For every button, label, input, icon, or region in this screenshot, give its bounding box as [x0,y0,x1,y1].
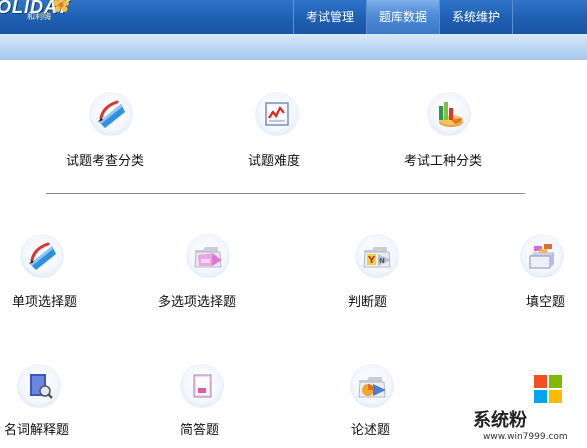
tile-label: 论述题 [351,423,391,438]
tile-icon-bg [350,364,394,408]
watermark-url: www.win7999.com [483,432,568,442]
tile-label: 试题难度 [248,154,301,169]
tile-question-difficulty[interactable]: 试题难度 [240,90,320,170]
blocks-icon [529,244,554,269]
chart-folder-icon [358,377,386,398]
document-search-icon [30,374,53,399]
pencil-ruler-icon [98,100,125,128]
logo-subtext: 和利嗨 [27,12,51,21]
tile-multiple-choice[interactable]: 多选项选择题 [155,232,255,312]
bar-pie-chart-icon [439,102,463,127]
nav-tab-system-maintenance[interactable]: 系统维护 [439,0,512,34]
flower-logo-icon [53,0,69,12]
svg-text:N: N [379,257,385,265]
tile-label: 判断题 [348,295,388,310]
main-nav: 考试管理 题库数据 系统维护 [293,0,514,34]
tile-label: 试题考查分类 [66,154,145,169]
tile-fill-blank[interactable]: 填空题 [510,232,587,312]
tile-question-category[interactable]: 试题考查分类 [60,90,160,170]
tile-label: 填空题 [526,295,566,310]
tile-icon-bg [17,364,61,408]
tile-icon-bg [427,92,471,136]
tile-icon-bg [255,92,299,136]
tile-icon-bg [180,364,224,408]
tile-label: 名词解释题 [4,423,70,438]
pencil-ruler-icon [29,242,56,270]
tile-icon-bg [186,234,230,278]
note-icon [193,374,212,398]
tile-single-choice[interactable]: 单项选择题 [8,232,88,312]
watermark-text: 系统粉 [473,410,527,431]
tile-icon-bg [520,234,564,278]
tile-icon-bg [89,92,133,136]
yes-no-folder-icon: Y N [363,247,391,268]
line-chart-icon [265,102,289,126]
tile-label: 简答题 [180,423,220,438]
tile-icon-bg: Y N [355,234,399,278]
tile-label: 单项选择题 [12,295,78,310]
sub-header-bar [0,34,587,60]
tile-term-explanation[interactable]: 名词解释题 [2,362,80,442]
section-divider [46,193,525,194]
tile-label: 考试工种分类 [404,154,483,169]
tile-true-false[interactable]: Y N 判断题 [343,232,413,312]
tile-short-answer[interactable]: 简答题 [170,362,240,442]
nav-tab-exam-management[interactable]: 考试管理 [293,0,366,34]
nav-divider [512,0,514,34]
folder-icon [194,247,222,268]
nav-tab-question-bank[interactable]: 题库数据 [366,0,440,34]
tile-icon-bg [20,234,64,278]
tile-label: 多选项选择题 [158,295,237,310]
windows-logo-icon [534,375,562,403]
tile-essay[interactable]: 论述题 [342,362,412,442]
top-header-bar: OLIDAY 和利嗨 考试管理 题库数据 系统维护 [0,0,587,34]
tile-job-category[interactable]: 考试工种分类 [398,90,498,170]
svg-text:Y: Y [367,255,376,266]
